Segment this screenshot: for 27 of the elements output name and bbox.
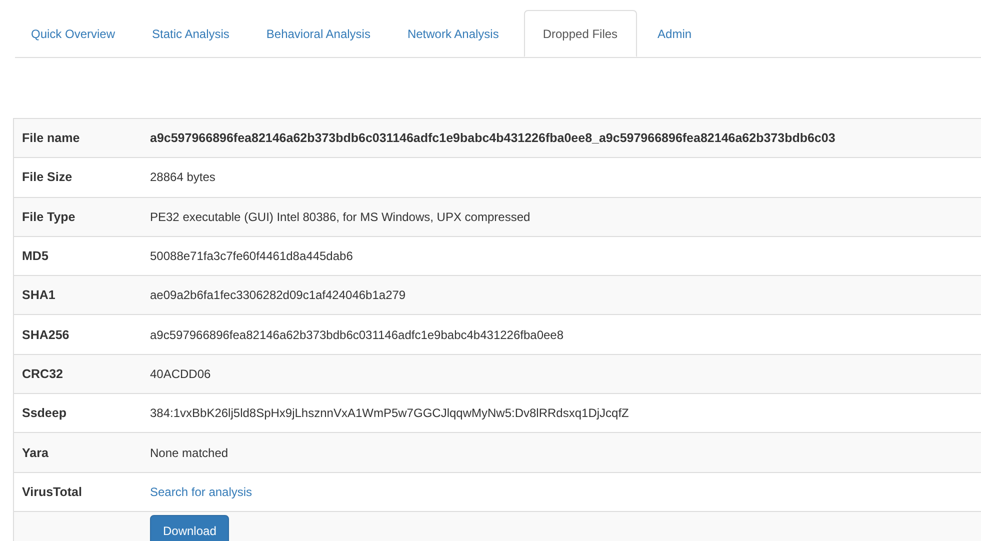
row-value: PE32 executable (GUI) Intel 80386, for MS Windows, UPX compressed: [150, 210, 530, 224]
nav-tab[interactable]: Network Analysis: [391, 10, 515, 57]
file-name-value: a9c597966896fea82146a62b373bdb6c031146adfc1e9babc4b431226fba0ee8_a9c597966896fea82146a62b373bdb6c03: [150, 131, 836, 146]
row-label: Ssdeep: [22, 406, 66, 420]
row-value: 40ACDD06: [150, 366, 211, 381]
row-label: VirusTotal: [22, 484, 82, 499]
row-label: CRC32: [22, 366, 63, 381]
row-label: Yara: [22, 446, 48, 460]
row-label: File Type: [22, 210, 76, 224]
row-value: a9c597966896fea82146a62b373bdb6c031146adfc1e9babc4b431226fba0ee8: [150, 328, 564, 342]
nav-tab[interactable]: Behavioral Analysis: [250, 10, 386, 57]
download-button[interactable]: Download: [150, 515, 230, 541]
nav-tab[interactable]: Static Analysis: [136, 10, 246, 57]
search-link[interactable]: Search for analysis: [150, 484, 252, 499]
row-value: 50088e71fa3c7fe60f4461d8a445dab6: [150, 249, 353, 264]
row-value: 28864 bytes: [150, 170, 216, 184]
row-value: 384:1vxBbK26lj5ld8SpHx9jLhsznnVxA1WmP5w7GGCJlqqwMyNw5:Dv8lRRdsxq1DjJcqfZ: [150, 406, 629, 420]
nav-tab[interactable]: Quick Overview: [15, 10, 132, 57]
row-label: MD5: [22, 249, 48, 264]
row-label: SHA1: [22, 288, 56, 302]
nav-tab[interactable]: Dropped Files: [524, 10, 637, 57]
row-label: File name: [22, 131, 80, 146]
row-value: ae09a2b6fa1fec3306282d09c1af424046b1a279: [150, 288, 406, 302]
row-value: None matched: [150, 446, 228, 460]
row-label: SHA256: [22, 328, 70, 342]
nav-tab[interactable]: Admin: [642, 10, 708, 57]
row-label: File Size: [22, 170, 72, 184]
